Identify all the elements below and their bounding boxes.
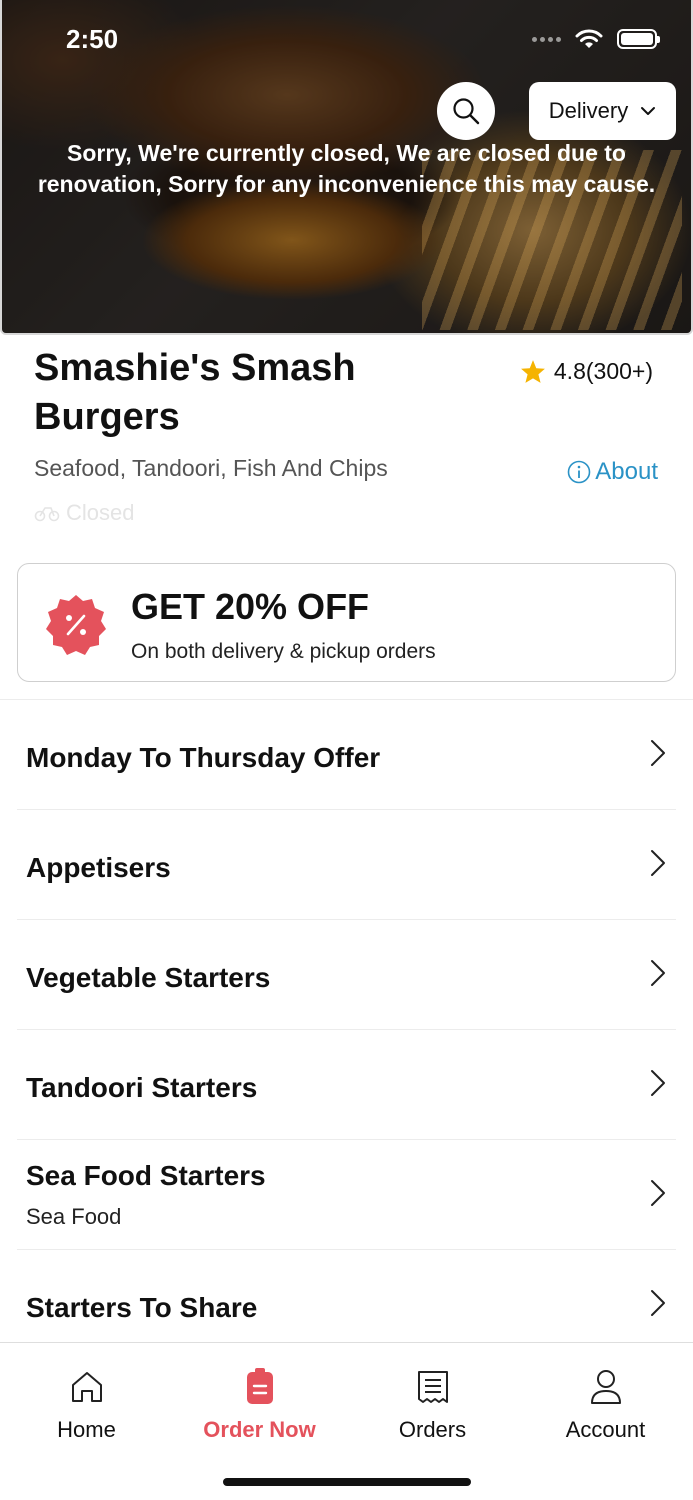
offer-card[interactable]: GET 20% OFF On both delivery & pickup or…	[17, 563, 676, 682]
menu-category-item[interactable]: Monday To Thursday Offer	[17, 700, 676, 810]
bike-icon	[34, 507, 60, 522]
cuisine-list: Seafood, Tandoori, Fish And Chips	[34, 455, 388, 481]
menu-category-subtitle: Sea Food	[26, 1204, 122, 1229]
nav-label: Account	[565, 1417, 646, 1442]
order-icon	[246, 1368, 273, 1404]
restaurant-name: Smashie's Smash Burgers	[34, 347, 356, 438]
closed-message: Sorry, We're currently closed, We are cl…	[37, 140, 656, 197]
menu-category-item[interactable]: Appetisers	[17, 810, 676, 920]
home-icon	[71, 1372, 102, 1402]
discount-badge-icon	[46, 595, 106, 655]
home-indicator[interactable]	[223, 1478, 471, 1486]
chevron-right-icon	[651, 960, 665, 986]
menu-category-title: Vegetable Starters	[26, 962, 271, 993]
nav-label: Orders	[398, 1417, 467, 1442]
about-label: About	[595, 458, 658, 485]
status-time: 2:50	[66, 24, 119, 54]
battery-icon	[617, 29, 660, 49]
menu-category-title: Appetisers	[26, 852, 171, 883]
nav-home[interactable]: Home	[0, 1343, 173, 1453]
offer-title: GET 20% OFF	[131, 586, 370, 627]
star-icon	[520, 360, 545, 383]
signal-icon	[532, 36, 561, 42]
bottom-nav: Home Order Now Orders Account	[0, 1342, 693, 1500]
nav-label: Home	[57, 1417, 116, 1442]
menu-category-title: Tandoori Starters	[26, 1072, 258, 1103]
menu-category-item[interactable]: Sea Food Starters Sea Food	[17, 1140, 676, 1250]
chevron-right-icon	[651, 1290, 665, 1316]
offer-subtitle: On both delivery & pickup orders	[131, 640, 436, 663]
nav-orders[interactable]: Orders	[346, 1343, 519, 1453]
chevron-right-icon	[651, 850, 665, 876]
search-icon	[453, 98, 480, 125]
menu-category-item[interactable]: Tandoori Starters	[17, 1030, 676, 1140]
menu-category-item[interactable]: Vegetable Starters	[17, 920, 676, 1030]
chevron-down-icon	[641, 107, 656, 115]
status-icons	[532, 28, 660, 50]
open-status: Closed	[34, 500, 134, 526]
wifi-icon	[575, 29, 603, 48]
chevron-right-icon	[651, 1180, 665, 1206]
menu-category-title: Sea Food Starters	[26, 1160, 266, 1191]
nav-label: Order Now	[203, 1417, 316, 1442]
about-link[interactable]: About	[567, 458, 658, 486]
nav-order-now[interactable]: Order Now	[173, 1343, 346, 1453]
rating: 4.8(300+)	[520, 358, 653, 385]
search-button[interactable]	[437, 82, 495, 140]
chevron-right-icon	[651, 740, 665, 766]
nav-account[interactable]: Account	[519, 1343, 692, 1453]
chevron-right-icon	[651, 1070, 665, 1096]
menu-category-title: Monday To Thursday Offer	[26, 742, 381, 773]
rating-value: 4.8(300+)	[553, 358, 653, 384]
order-mode-label: Delivery	[548, 98, 629, 123]
user-icon	[590, 1370, 621, 1404]
order-mode-select[interactable]: Delivery	[529, 82, 676, 140]
open-status-label: Closed	[66, 500, 135, 525]
menu-category-title: Starters To Share	[26, 1292, 258, 1323]
receipt-icon	[417, 1371, 448, 1403]
info-icon	[567, 460, 591, 484]
